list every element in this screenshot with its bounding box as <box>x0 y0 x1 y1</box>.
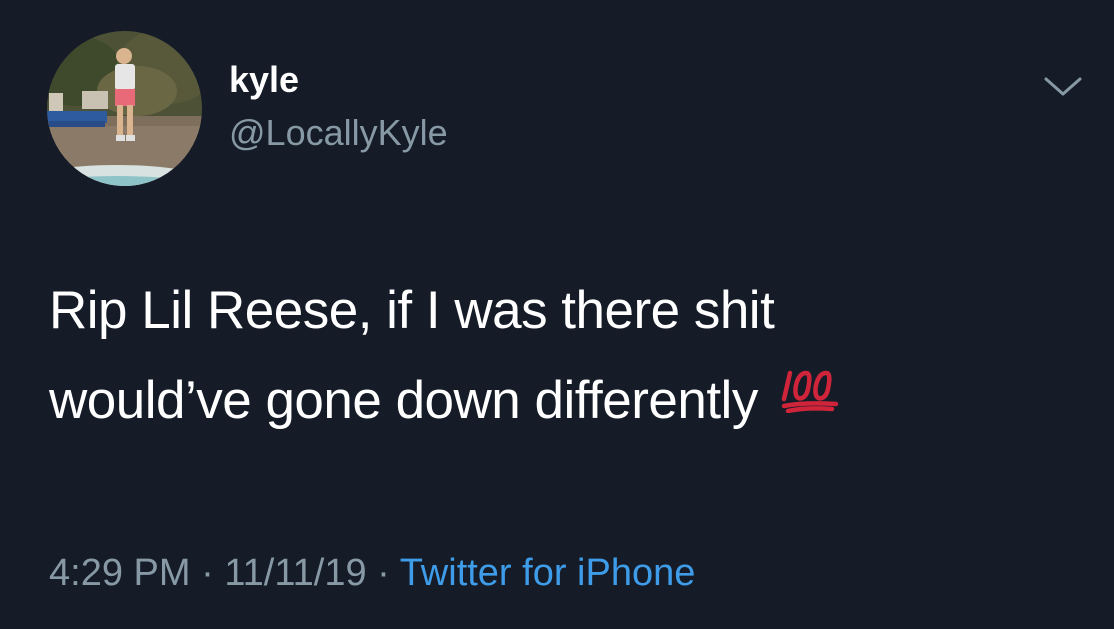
meta-separator: · <box>201 552 214 594</box>
chevron-down-icon[interactable] <box>1042 74 1084 100</box>
tweet-text: Rip Lil Reese, if I was there shit would… <box>49 266 1069 449</box>
author-display-name[interactable]: kyle <box>229 58 299 102</box>
tweet-text-line: Rip Lil Reese, if I was there shit <box>49 281 775 340</box>
tweet-card: kyle @LocallyKyle Rip Lil Reese, if I wa… <box>0 0 1114 629</box>
tweet-text-line: would’ve gone down differently <box>49 356 1069 449</box>
author-handle[interactable]: @LocallyKyle <box>229 111 448 155</box>
tweet-date: 11/11/19 <box>224 552 367 594</box>
meta-separator: · <box>377 552 390 594</box>
tweet-time: 4:29 PM <box>49 552 191 594</box>
tweet-metadata: 4:29 PM · 11/11/19 · Twitter for iPhone <box>49 548 695 598</box>
hundred-points-emoji-icon <box>780 351 840 441</box>
tweet-text-line-content: would’ve gone down differently <box>49 371 758 430</box>
tweet-source-link[interactable]: Twitter for iPhone <box>400 552 696 594</box>
avatar[interactable] <box>47 31 202 186</box>
